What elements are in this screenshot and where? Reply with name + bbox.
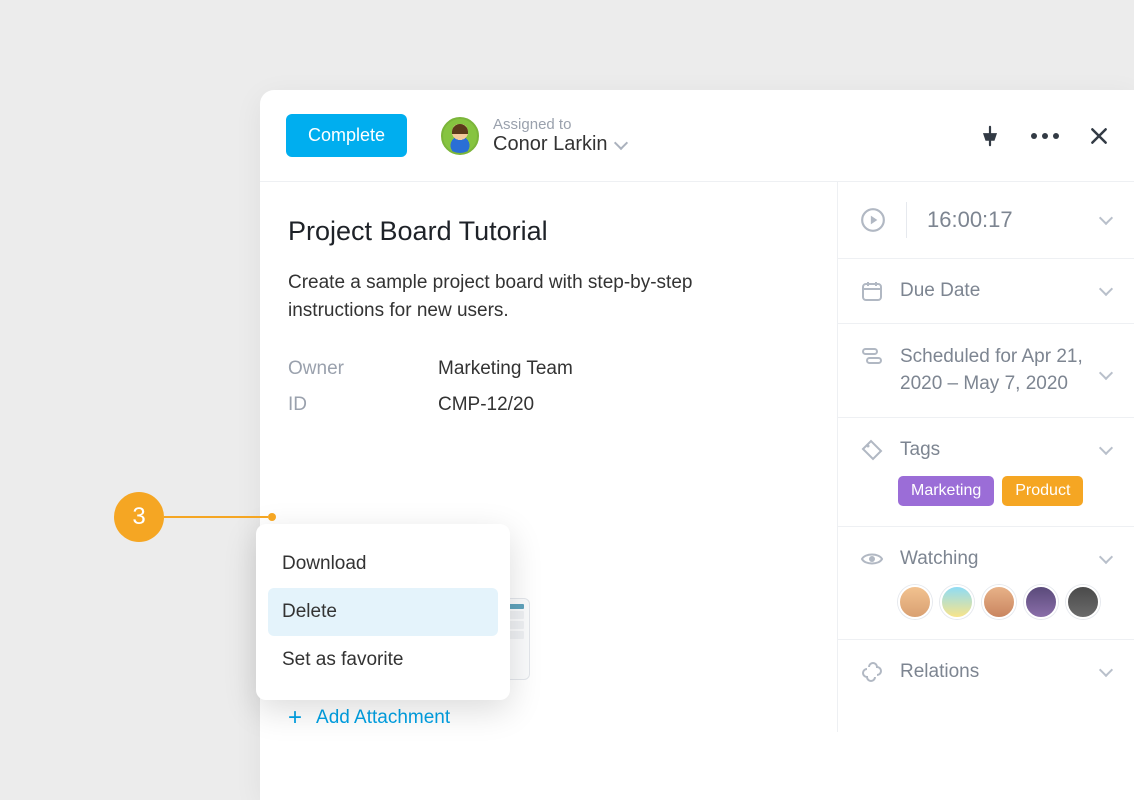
watching-label: Watching — [900, 548, 1085, 570]
task-main-panel: Project Board Tutorial Create a sample p… — [260, 182, 837, 732]
menu-item-delete[interactable]: Delete — [268, 588, 498, 636]
close-icon[interactable] — [1089, 126, 1109, 146]
assignee-block[interactable]: Assigned to Conor Larkin — [441, 116, 626, 156]
assignee-name-text: Conor Larkin — [493, 133, 608, 156]
chevron-down-icon — [613, 135, 627, 149]
divider — [906, 202, 907, 238]
chevron-down-icon — [1099, 211, 1113, 225]
attachment-context-menu: Download Delete Set as favorite — [256, 524, 510, 700]
task-description: Create a sample project board with step-… — [288, 269, 768, 324]
add-attachment-button[interactable]: + Add Attachment — [288, 704, 801, 732]
tag-product[interactable]: Product — [1002, 476, 1083, 506]
chevron-down-icon — [1099, 550, 1113, 564]
tags-label: Tags — [900, 439, 1085, 461]
menu-item-set-favorite[interactable]: Set as favorite — [268, 636, 498, 684]
calendar-icon — [860, 279, 884, 303]
sidebar-due-date-row[interactable]: Due Date — [838, 259, 1134, 324]
chevron-down-icon — [1099, 282, 1113, 296]
assigned-to-label: Assigned to — [493, 116, 626, 133]
watcher-avatar[interactable] — [940, 585, 974, 619]
watcher-avatar[interactable] — [1024, 585, 1058, 619]
assignee-avatar — [441, 117, 479, 155]
meta-id-row: ID CMP-12/20 — [288, 394, 801, 416]
assignee-name[interactable]: Conor Larkin — [493, 133, 626, 156]
meta-owner-row: Owner Marketing Team — [288, 358, 801, 380]
chevron-down-icon — [1099, 441, 1113, 455]
menu-item-download[interactable]: Download — [268, 540, 498, 588]
owner-value: Marketing Team — [438, 358, 573, 380]
tutorial-callout: 3 — [114, 492, 276, 542]
chevron-down-icon — [1099, 366, 1113, 380]
task-detail-card: Complete Assigned to Conor Larkin — [260, 90, 1134, 800]
sidebar-relations-row[interactable]: Relations — [838, 640, 1134, 704]
more-options-icon[interactable] — [1031, 133, 1059, 139]
watcher-avatar[interactable] — [1066, 585, 1100, 619]
complete-button[interactable]: Complete — [286, 114, 407, 157]
pin-icon[interactable] — [979, 125, 1001, 147]
schedule-icon — [860, 344, 884, 368]
id-value: CMP-12/20 — [438, 394, 534, 416]
eye-icon — [860, 547, 884, 571]
callout-number-badge: 3 — [114, 492, 164, 542]
timer-value: 16:00:17 — [927, 207, 1081, 233]
add-attachment-label: Add Attachment — [316, 707, 450, 729]
task-sidebar: 16:00:17 Due Date Sche — [837, 182, 1134, 732]
watcher-avatar[interactable] — [898, 585, 932, 619]
sidebar-timer-row[interactable]: 16:00:17 — [838, 182, 1134, 259]
tag-icon — [860, 438, 884, 462]
relations-icon — [860, 660, 884, 684]
callout-connector-dot — [268, 513, 276, 521]
watcher-avatar[interactable] — [982, 585, 1016, 619]
schedule-text: Scheduled for Apr 21, 2020 – May 7, 2020 — [900, 344, 1085, 397]
callout-connector-line — [164, 516, 268, 518]
sidebar-tags-row[interactable]: Tags Marketing Product — [838, 418, 1134, 527]
tag-marketing[interactable]: Marketing — [898, 476, 994, 506]
due-date-label: Due Date — [900, 280, 1085, 302]
relations-label: Relations — [900, 661, 1085, 683]
task-header: Complete Assigned to Conor Larkin — [260, 90, 1134, 182]
play-icon — [860, 207, 886, 233]
plus-icon: + — [288, 704, 302, 732]
sidebar-schedule-row[interactable]: Scheduled for Apr 21, 2020 – May 7, 2020 — [838, 324, 1134, 418]
id-label: ID — [288, 394, 438, 416]
owner-label: Owner — [288, 358, 438, 380]
chevron-down-icon — [1099, 663, 1113, 677]
task-title: Project Board Tutorial — [288, 216, 801, 247]
sidebar-watching-row[interactable]: Watching — [838, 527, 1134, 640]
